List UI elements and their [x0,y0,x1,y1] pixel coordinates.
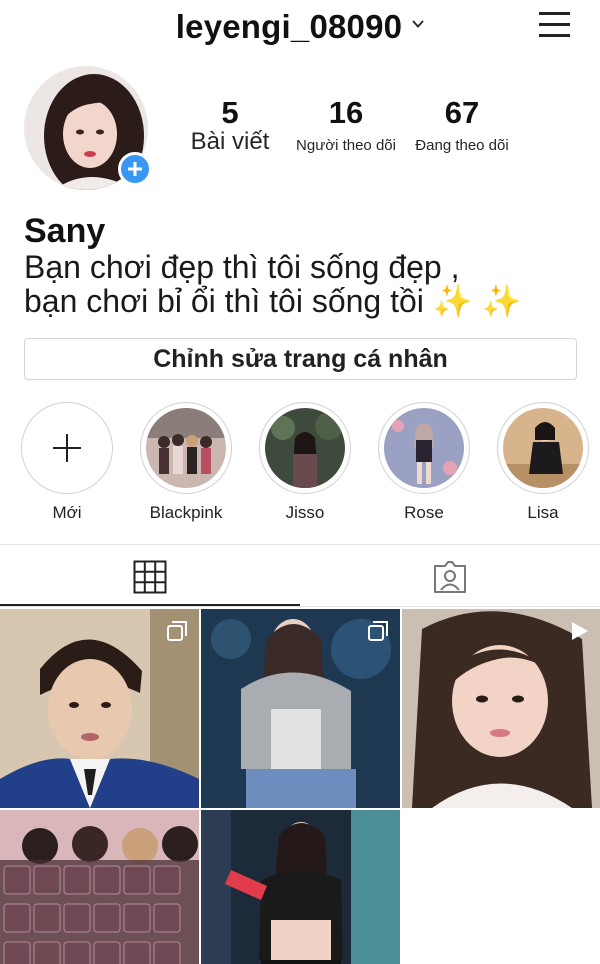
bio-line: bạn chơi bỉ ổi thì tôi sống tồi ✨ ✨ [24,284,584,318]
top-bar: leyengi_08090 [0,0,600,56]
highlight-label: Jisso [285,503,325,522]
add-story-button[interactable] [118,152,152,186]
username[interactable]: leyengi_08090 [176,8,402,45]
highlight-ring[interactable] [378,402,470,494]
profile-avatar[interactable] [24,66,152,190]
account-switcher[interactable]: leyengi_08090 [0,8,600,46]
multi-photo-icon [368,621,388,641]
highlight-ring[interactable] [21,402,113,494]
highlight-label: Rose [404,503,444,522]
plus-icon [53,434,81,462]
highlight-new[interactable]: Mới [19,402,115,523]
highlight-cover [265,408,345,488]
highlight-label: Mới [52,503,82,522]
story-highlights: Mới Blackpink Jisso Rose Lisa [0,402,600,526]
sparkles-icon: ✨ ✨ [432,283,522,319]
following-label: Đang theo dõi [415,137,509,154]
highlight-label: Lisa [527,503,559,522]
followers-label: Người theo dõi [296,137,396,154]
display-name: Sany [24,212,106,250]
posts-count: 5 [221,95,239,130]
highlight-lisa[interactable]: Lisa [495,402,591,523]
bio-line: Bạn chơi đẹp thì tôi sống đẹp , [24,249,460,285]
highlight-blackpink[interactable]: Blackpink [138,402,234,523]
highlight-cover [503,408,583,488]
posts-label: Bài viết [190,128,270,155]
highlight-rose[interactable]: Rose [376,402,472,523]
highlight-cover [146,408,226,488]
post-thumbnail[interactable] [0,810,199,964]
following-count: 67 [444,95,480,130]
tab-tagged[interactable] [300,545,600,607]
bio-text: bạn chơi bỉ ổi thì tôi sống tồi [24,283,424,319]
profile-bio: Sany Bạn chơi đẹp thì tôi sống đẹp , bạn… [24,212,584,318]
tab-grid[interactable] [0,545,300,607]
post-thumbnail[interactable] [201,810,400,964]
hamburger-menu-icon[interactable] [539,12,570,38]
grid-icon[interactable] [133,560,167,594]
followers-count: 16 [328,95,364,130]
stat-followers[interactable]: 16 Người theo dõi [290,96,402,158]
video-play-icon [572,622,588,640]
highlight-label: Blackpink [149,503,223,522]
highlight-ring[interactable] [497,402,589,494]
tagged-person-icon[interactable] [432,560,468,594]
edit-profile-button[interactable]: Chỉnh sửa trang cá nhân [24,338,577,380]
highlight-cover [384,408,464,488]
highlight-ring[interactable] [140,402,232,494]
post-thumbnail[interactable] [402,609,600,808]
divider [0,606,600,607]
stat-posts[interactable]: 5 Bài viết [180,96,280,154]
post-thumbnail[interactable] [201,609,400,808]
chevron-down-icon[interactable] [412,18,424,30]
stat-following[interactable]: 67 Đang theo dõi [406,96,518,158]
highlight-jisso[interactable]: Jisso [257,402,353,523]
post-thumbnail[interactable] [0,609,199,808]
highlight-ring[interactable] [259,402,351,494]
multi-photo-icon [167,621,187,641]
post-grid [0,609,600,964]
